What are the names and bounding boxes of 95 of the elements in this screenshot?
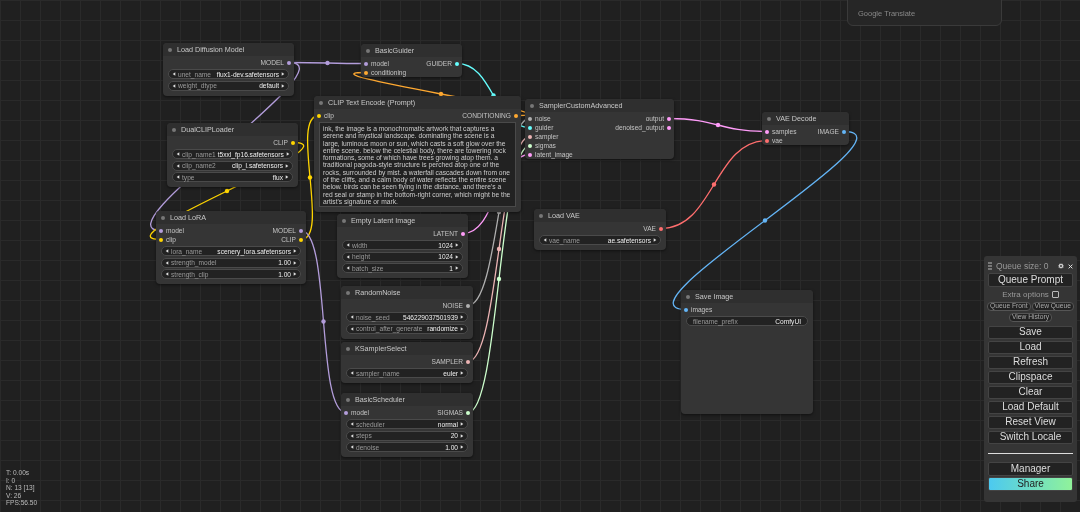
input-socket[interactable]	[528, 143, 532, 148]
increment-arrow-icon[interactable]	[293, 249, 297, 253]
menu-button[interactable]: Load	[988, 340, 1073, 354]
output-socket[interactable]	[466, 410, 470, 415]
settings-icon[interactable]	[1058, 263, 1064, 269]
decrement-arrow-icon[interactable]	[165, 260, 169, 265]
decrement-arrow-icon[interactable]	[176, 163, 180, 168]
collapse-dot[interactable]	[366, 48, 370, 53]
collapse-dot[interactable]	[530, 103, 534, 108]
output-socket[interactable]	[461, 231, 465, 236]
decrement-arrow-icon[interactable]	[350, 315, 354, 319]
increment-arrow-icon[interactable]	[293, 260, 297, 265]
queue-size: Queue size: 0	[996, 261, 1050, 271]
increment-arrow-icon[interactable]	[460, 422, 464, 426]
decrement-arrow-icon[interactable]	[176, 175, 180, 179]
increment-arrow-icon[interactable]	[285, 175, 289, 179]
decrement-arrow-icon[interactable]	[350, 326, 354, 331]
input-socket[interactable]	[159, 237, 163, 242]
decrement-arrow-icon[interactable]	[350, 445, 354, 449]
output-socket[interactable]	[514, 113, 518, 118]
input-socket[interactable]	[528, 116, 532, 121]
input-socket[interactable]	[364, 70, 368, 75]
decrement-arrow-icon[interactable]	[346, 254, 350, 259]
node-card[interactable]	[314, 96, 521, 212]
input-socket[interactable]	[364, 61, 368, 66]
increment-arrow-icon[interactable]	[293, 272, 297, 276]
extra-options-label: Extra options	[1002, 289, 1049, 299]
input-socket[interactable]	[317, 113, 321, 118]
output-socket[interactable]	[287, 60, 291, 65]
collapse-dot[interactable]	[161, 215, 165, 220]
queue-prompt-button[interactable]: Queue Prompt	[988, 273, 1073, 287]
output-socket[interactable]	[466, 359, 470, 364]
collapse-dot[interactable]	[319, 100, 323, 105]
output-socket[interactable]	[299, 237, 303, 242]
close-icon[interactable]	[1068, 263, 1073, 269]
decrement-arrow-icon[interactable]	[176, 152, 180, 156]
menu-button[interactable]: Save	[988, 325, 1073, 339]
share-button[interactable]: Share	[988, 477, 1073, 491]
output-socket[interactable]	[455, 61, 459, 66]
decrement-arrow-icon[interactable]	[172, 72, 176, 76]
increment-arrow-icon[interactable]	[455, 266, 459, 270]
input-socket[interactable]	[159, 228, 163, 233]
decrement-arrow-icon[interactable]	[350, 433, 354, 438]
menu-button[interactable]: Switch Locale	[988, 430, 1073, 444]
decrement-arrow-icon[interactable]	[346, 243, 350, 247]
manager-button[interactable]: Manager	[988, 462, 1073, 476]
decrement-arrow-icon[interactable]	[346, 266, 350, 270]
output-socket[interactable]	[667, 116, 671, 121]
collapse-dot[interactable]	[168, 47, 172, 52]
increment-arrow-icon[interactable]	[460, 326, 464, 331]
collapse-dot[interactable]	[539, 213, 543, 218]
decrement-arrow-icon[interactable]	[350, 371, 354, 375]
collapse-dot[interactable]	[346, 290, 350, 295]
collapse-dot[interactable]	[346, 397, 350, 402]
extra-options-checkbox[interactable]	[1051, 290, 1059, 298]
menu-button[interactable]: Refresh	[988, 355, 1073, 369]
decrement-arrow-icon[interactable]	[172, 83, 176, 88]
output-socket[interactable]	[659, 226, 663, 231]
decrement-arrow-icon[interactable]	[165, 272, 169, 276]
collapse-dot[interactable]	[346, 346, 350, 351]
collapse-dot[interactable]	[686, 294, 690, 299]
drag-handle-icon[interactable]	[988, 262, 992, 270]
collapse-dot[interactable]	[342, 218, 346, 223]
increment-arrow-icon[interactable]	[460, 433, 464, 438]
menu-button[interactable]: Clear	[988, 385, 1073, 399]
increment-arrow-icon[interactable]	[281, 72, 285, 76]
decrement-arrow-icon[interactable]	[350, 422, 354, 426]
collapse-dot[interactable]	[767, 116, 771, 121]
output-socket[interactable]	[842, 129, 846, 134]
increment-arrow-icon[interactable]	[653, 238, 657, 242]
increment-arrow-icon[interactable]	[455, 254, 459, 259]
increment-arrow-icon[interactable]	[460, 315, 464, 319]
increment-arrow-icon[interactable]	[460, 371, 464, 375]
input-socket[interactable]	[528, 125, 532, 130]
menu-button[interactable]: Clipspace	[988, 370, 1073, 384]
output-socket[interactable]	[466, 303, 470, 308]
increment-arrow-icon[interactable]	[460, 445, 464, 449]
decrement-arrow-icon[interactable]	[543, 238, 547, 242]
input-socket[interactable]	[684, 307, 688, 312]
output-socket[interactable]	[291, 140, 295, 145]
menu-button[interactable]: Reset View	[988, 415, 1073, 429]
output-socket[interactable]	[299, 228, 303, 233]
input-socket[interactable]	[528, 134, 532, 139]
input-socket[interactable]	[528, 152, 532, 157]
input-socket[interactable]	[765, 129, 769, 134]
increment-arrow-icon[interactable]	[281, 83, 285, 88]
increment-arrow-icon[interactable]	[285, 163, 289, 168]
increment-arrow-icon[interactable]	[285, 152, 290, 156]
input-socket[interactable]	[765, 138, 769, 143]
output-socket[interactable]	[667, 125, 671, 130]
increment-arrow-icon[interactable]	[455, 243, 459, 247]
collapse-dot[interactable]	[172, 127, 176, 132]
menu-button[interactable]: Load Default	[988, 400, 1073, 414]
input-socket[interactable]	[344, 410, 348, 415]
decrement-arrow-icon[interactable]	[165, 249, 169, 253]
